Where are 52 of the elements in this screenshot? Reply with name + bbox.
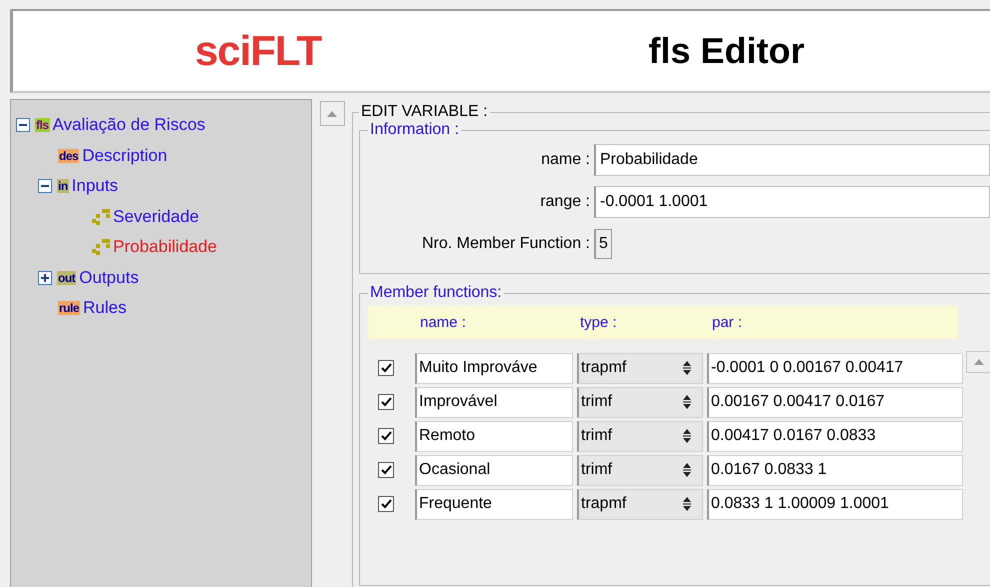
- type-spinner[interactable]: trimf: [577, 386, 703, 418]
- parameters-field[interactable]: -0.0001 0 0.00167 0.00417: [707, 352, 963, 384]
- tree-item[interactable]: Avaliação de Riscos: [52, 115, 206, 136]
- type-spinner[interactable]: trimf: [577, 454, 703, 486]
- checkbox[interactable]: [378, 496, 394, 512]
- field-label: name :: [540, 151, 591, 169]
- tree-item[interactable]: Inputs: [72, 176, 118, 196]
- section-title: Information :: [369, 121, 460, 139]
- name-field[interactable]: Ocasional: [415, 454, 573, 486]
- checkbox[interactable]: [378, 428, 394, 444]
- field-label: range :: [539, 193, 591, 211]
- parameters-field[interactable]: 0.0833 1 1.00009 1.0001: [707, 488, 963, 520]
- app-logo: sciFLT: [194, 27, 322, 75]
- type-spinner[interactable]: trimf: [577, 420, 703, 452]
- node-type-icon: rule: [58, 301, 80, 316]
- parameters-field[interactable]: 0.0167 0.0833 1: [707, 454, 963, 486]
- column-header: type :: [580, 314, 618, 331]
- dots-icon: [90, 238, 110, 256]
- name-field[interactable]: Frequente: [415, 488, 573, 520]
- column-header: par :: [712, 314, 742, 331]
- name-field[interactable]: Probabilidade: [594, 144, 990, 176]
- name-field[interactable]: Remoto: [415, 420, 573, 452]
- node-type-icon: fls: [35, 118, 50, 132]
- type-spinner[interactable]: trapmf: [577, 488, 703, 520]
- expand-toggle-icon[interactable]: [16, 118, 30, 132]
- field-label: Nro. Member Function :: [420, 235, 591, 253]
- checkbox[interactable]: [378, 462, 394, 478]
- parameters-field[interactable]: 0.00417 0.0167 0.0833: [707, 420, 963, 452]
- section-title: EDIT VARIABLE :: [360, 103, 489, 121]
- up-arrow-icon: [327, 110, 337, 116]
- name-field[interactable]: Muito Improváve: [415, 352, 573, 384]
- expand-toggle-icon[interactable]: [38, 179, 52, 194]
- dots-icon: [90, 208, 110, 226]
- parameters-field[interactable]: 0.00167 0.00417 0.0167: [707, 386, 963, 418]
- count-field: 5: [594, 229, 612, 259]
- type-spinner[interactable]: trapmf: [577, 352, 703, 384]
- node-type-icon: out: [57, 270, 76, 285]
- name-field[interactable]: Improvável: [415, 386, 573, 418]
- tree-item[interactable]: Rules: [83, 298, 126, 318]
- tree-item[interactable]: Severidade: [113, 206, 200, 227]
- expand-toggle-icon[interactable]: [38, 270, 52, 285]
- tree-item[interactable]: Outputs: [79, 268, 139, 288]
- checkbox[interactable]: [378, 360, 394, 376]
- checkbox[interactable]: [378, 394, 394, 410]
- column-header: name :: [420, 314, 467, 331]
- range-field[interactable]: -0.0001 1.0001: [594, 186, 990, 218]
- section-title: Member functions:: [369, 284, 503, 302]
- tree-item[interactable]: Description: [82, 146, 168, 166]
- node-type-icon: in: [57, 179, 69, 194]
- up-arrow-icon: [974, 359, 984, 365]
- window-title: fls Editor: [648, 30, 804, 72]
- node-type-icon: des: [58, 148, 80, 163]
